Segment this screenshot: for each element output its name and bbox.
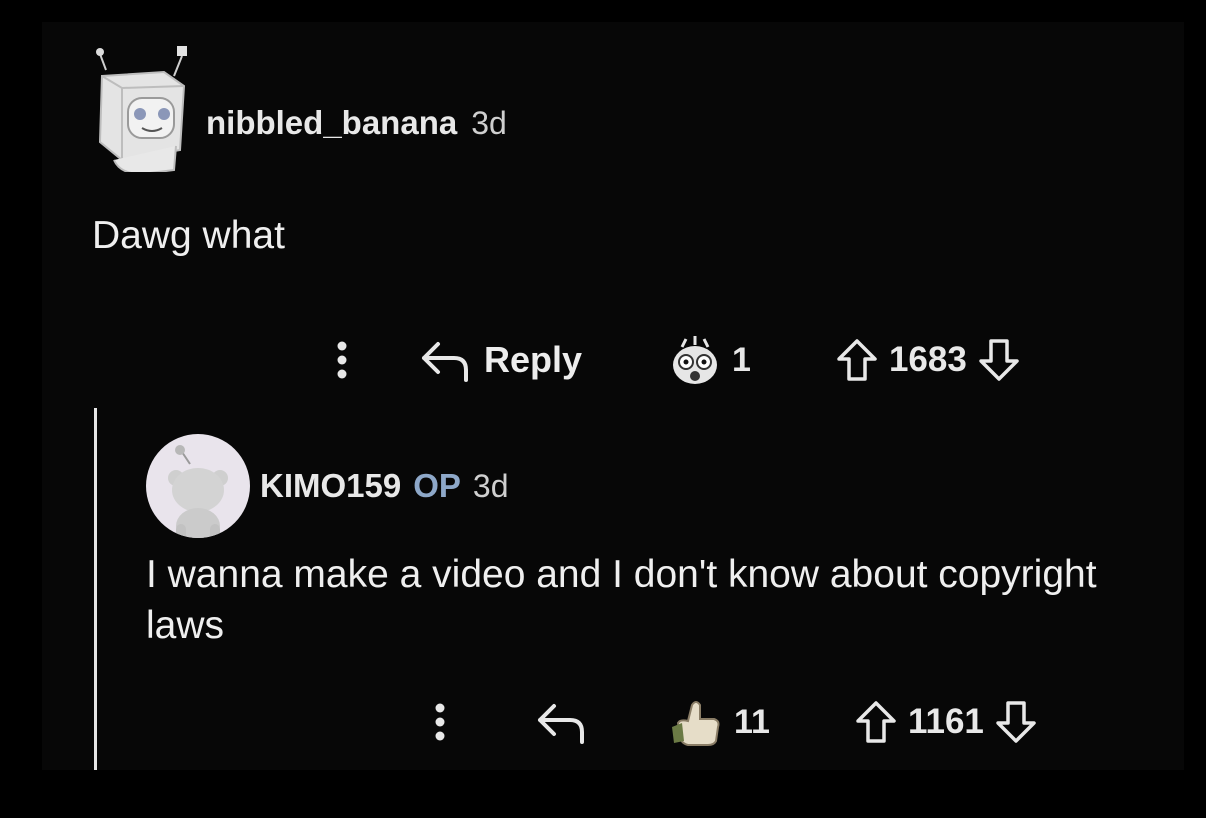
more-options-button[interactable] (420, 697, 460, 747)
comment-actions: Reply 1 1683 (322, 332, 1021, 388)
comment-body: I wanna make a video and I don't know ab… (146, 553, 1097, 647)
comment-body: Dawg what (92, 214, 285, 257)
shocked-face-award-icon (673, 336, 718, 384)
comment-age: 3d (471, 105, 507, 141)
op-badge: OP (413, 467, 461, 504)
award-count: 11 (734, 702, 770, 741)
reply-arrow-icon (538, 704, 584, 744)
robot-avatar-icon (96, 46, 187, 176)
three-dots-vertical-icon (337, 341, 347, 379)
comment-header: KIMO159 OP 3d (260, 467, 509, 505)
award-badge[interactable]: 11 (670, 697, 770, 747)
snoo-avatar-icon (168, 445, 228, 538)
vote-score: 1161 (907, 702, 984, 741)
three-dots-vertical-icon (435, 703, 445, 741)
award-count: 1 (732, 340, 751, 379)
username-link[interactable]: KIMO159 (260, 467, 401, 505)
arrow-down-icon (979, 339, 1019, 381)
vote-controls: 1161 (854, 699, 1038, 745)
reply-button[interactable]: Reply (420, 338, 582, 382)
more-options-button[interactable] (322, 335, 362, 385)
upvote-button[interactable] (854, 699, 898, 745)
downvote-button[interactable] (977, 337, 1021, 383)
user-avatar[interactable] (92, 42, 192, 176)
arrow-down-icon (996, 701, 1036, 743)
arrow-up-icon (856, 701, 896, 743)
username-link[interactable]: nibbled_banana (206, 104, 457, 142)
comment-actions: 11 1161 (420, 694, 1038, 750)
thread-line[interactable] (94, 408, 97, 770)
arrow-up-icon (837, 339, 877, 381)
thumbs-up-hand-award-icon (672, 701, 720, 746)
user-avatar[interactable] (146, 434, 250, 538)
reply-label: Reply (484, 339, 583, 380)
comment-age: 3d (472, 468, 509, 504)
reply-button[interactable] (536, 700, 588, 744)
reply-arrow-icon (422, 342, 468, 382)
vote-controls: 1683 (835, 337, 1021, 383)
upvote-button[interactable] (835, 337, 879, 383)
comment-thread: nibbled_banana 3d Dawg what Reply 1 1683… (42, 22, 1184, 770)
award-badge[interactable]: 1 (668, 335, 751, 385)
comment-header: nibbled_banana 3d (206, 104, 507, 142)
downvote-button[interactable] (994, 699, 1038, 745)
vote-score: 1683 (888, 340, 967, 379)
